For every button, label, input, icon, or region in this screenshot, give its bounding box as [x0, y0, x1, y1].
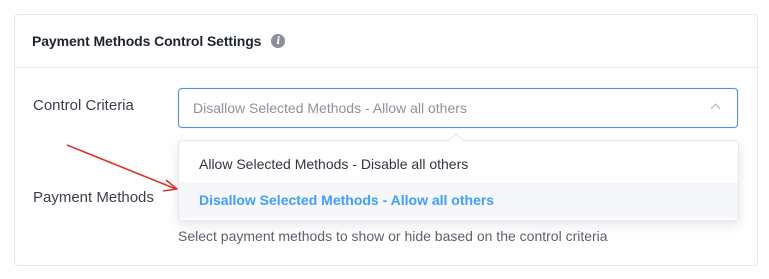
payment-methods-label: Payment Methods: [33, 189, 154, 206]
dropdown-menu: Allow Selected Methods - Disable all oth…: [178, 132, 739, 221]
select-current-value: Disallow Selected Methods - Allow all ot…: [193, 100, 467, 116]
info-icon[interactable]: i: [271, 34, 286, 48]
settings-card: Payment Methods Control Settings i Contr…: [14, 14, 758, 266]
dropdown-option-disallow[interactable]: Disallow Selected Methods - Allow all ot…: [179, 182, 738, 218]
dropdown-option-allow[interactable]: Allow Selected Methods - Disable all oth…: [179, 146, 738, 182]
page-title: Payment Methods Control Settings: [32, 33, 262, 49]
helper-text: Select payment methods to show or hide b…: [178, 228, 608, 244]
dropdown-caret: [448, 132, 464, 148]
control-criteria-select[interactable]: Disallow Selected Methods - Allow all ot…: [178, 88, 738, 128]
chevron-up-icon[interactable]: [710, 103, 721, 114]
control-criteria-label: Control Criteria: [33, 97, 134, 114]
card-header: Payment Methods Control Settings i: [15, 15, 757, 68]
